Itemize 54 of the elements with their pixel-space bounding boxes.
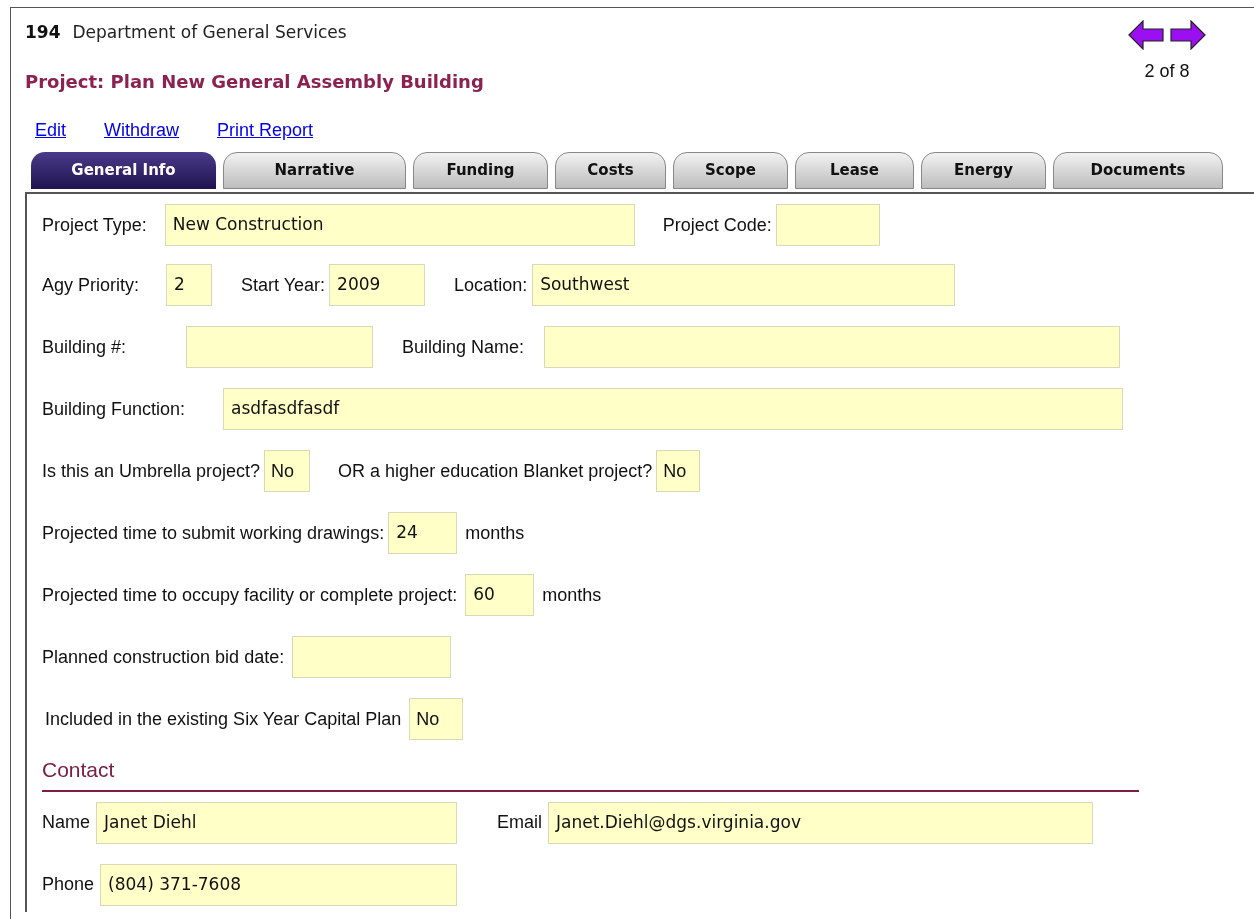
field-label: Building Function: [42,397,186,421]
input-field[interactable]: Janet Diehl [96,801,457,844]
input-field[interactable] [292,636,452,678]
field-label: Agy Priority: [42,273,140,297]
next-arrow-icon[interactable] [1170,20,1206,50]
field-label: months [542,583,602,607]
input-field[interactable]: (804) 371-7608 [100,863,458,906]
field-label: Included in the existing Six Year Capital Plan [45,707,402,731]
project-title: Project: Plan New General Assembly Building [25,70,484,94]
page-counter: 2 of 8 [1144,60,1190,83]
project-number: 194 [25,21,61,45]
field-label: Project Type: [42,213,147,237]
field-label: OR a higher education Blanket project? [338,459,653,483]
input-field[interactable] [186,326,374,368]
tab[interactable]: Funding [413,152,548,189]
input-field[interactable]: 24 [388,512,458,554]
input-field[interactable]: 2009 [329,264,426,306]
select-field[interactable]: No [264,450,311,492]
field-label: Phone [42,873,95,896]
field-label: Building #: [42,335,127,359]
tab[interactable]: Scope [673,152,788,189]
input-field[interactable]: 60 [465,574,535,616]
input-field[interactable]: asdfasdfasdf [223,388,1124,430]
tab[interactable]: Narrative [223,152,406,189]
field-label: Email [497,811,543,834]
previous-arrow-icon[interactable] [1128,20,1164,50]
input-field[interactable]: Janet.Diehl@dgs.virginia.gov [548,801,1094,844]
field-label: Start Year: [241,273,326,297]
field-label: months [465,521,525,545]
field-label: Project Code: [662,213,772,237]
input-field[interactable]: 2 [166,264,213,306]
action-link[interactable]: Print Report [217,117,314,144]
section-heading: Contact [42,758,115,781]
action-link[interactable]: Edit [35,117,67,144]
tab[interactable]: Documents [1053,152,1223,189]
field-label: Planned construction bid date: [42,645,285,669]
select-field[interactable]: No [656,450,701,492]
field-label: Name [42,811,90,834]
field-label: Location: [454,273,528,297]
field-label: Building Name: [402,335,525,359]
tab[interactable]: Energy [921,152,1046,189]
input-field[interactable]: New Construction [164,204,635,246]
field-label: Projected time to occupy facility or complete project: [42,583,458,607]
input-field[interactable] [775,204,880,246]
input-field[interactable] [544,326,1121,368]
tab[interactable]: General Info [31,152,216,189]
action-link[interactable]: Withdraw [104,117,180,144]
select-field[interactable]: No [409,698,464,740]
tab[interactable]: Lease [795,152,914,189]
department-name: Department of General Services [72,21,347,45]
input-field[interactable]: Southwest [532,264,956,306]
tab[interactable]: Costs [555,152,666,189]
field-label: Is this an Umbrella project? [42,459,261,483]
field-label: Projected time to submit working drawings: [42,521,385,545]
